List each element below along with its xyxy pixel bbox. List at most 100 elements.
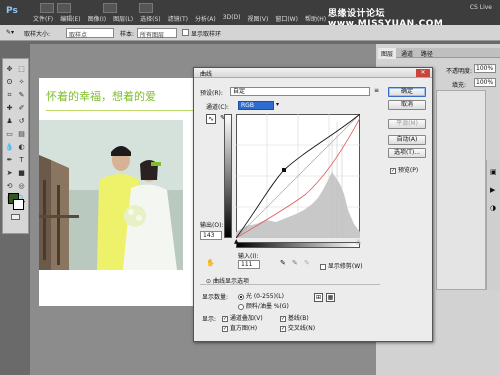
quick-mask-icon[interactable] xyxy=(11,214,20,220)
input-input[interactable]: 111 xyxy=(238,260,260,269)
tab-paths[interactable]: 路径 xyxy=(418,48,436,59)
black-eyedropper-icon[interactable]: ✎ xyxy=(280,259,286,267)
output-label: 输出(O): xyxy=(200,222,224,229)
bridge-button[interactable] xyxy=(40,3,54,13)
menu-file[interactable]: 文件(F) xyxy=(33,14,53,23)
menu-image[interactable]: 图像(I) xyxy=(88,14,106,23)
menu-help[interactable]: 帮助(H) xyxy=(305,14,326,23)
clone-stamp-tool-icon[interactable]: ♟ xyxy=(5,117,14,126)
eyedropper-tool-icon[interactable]: ✎▾ xyxy=(6,29,14,36)
history-panel-icon[interactable]: ▣ xyxy=(490,168,497,176)
menu-select[interactable]: 选择(S) xyxy=(140,14,161,23)
output-gradient-bar xyxy=(224,114,232,238)
background-color-swatch[interactable] xyxy=(13,199,24,210)
divider xyxy=(200,284,380,285)
on-image-adjust-icon[interactable]: ✋ xyxy=(206,259,215,267)
preset-options-icon[interactable]: ≡ xyxy=(374,87,379,94)
tab-layers[interactable]: 图层 xyxy=(378,48,397,59)
minibridge-button[interactable] xyxy=(57,3,71,13)
dialog-titlebar: 曲线 ✕ xyxy=(194,68,432,78)
brush-tool-icon[interactable]: ✐ xyxy=(17,104,26,113)
fill-input[interactable]: 100% xyxy=(474,78,496,87)
intersection-checkbox[interactable]: ✓ 交叉线(N) xyxy=(280,323,315,332)
opacity-input[interactable]: 100% xyxy=(474,64,496,73)
3d-rotate-tool-icon[interactable]: ⟲ xyxy=(5,182,14,191)
pen-tool-icon[interactable]: ✒ xyxy=(5,156,14,165)
curves-dialog: 曲线 ✕ 预设(R): 自定 ≡ 通道(C): RGB ▾ ∿ ✎ 输出(O):… xyxy=(193,67,433,342)
black-point-slider[interactable]: ▲ xyxy=(234,238,239,245)
light-radio-label: 光 (0-255)(L) xyxy=(245,293,284,300)
main-menu: 文件(F) 编辑(E) 图像(I) 图层(L) 选择(S) 滤镜(T) 分析(A… xyxy=(33,14,326,23)
show-clipping-checkbox[interactable]: 显示修剪(W) xyxy=(320,261,363,270)
show-sampling-ring-checkbox[interactable] xyxy=(182,29,189,36)
sample-size-select[interactable]: 取样点 xyxy=(66,28,114,39)
arrange-documents-button[interactable] xyxy=(139,3,153,13)
dialog-title: 曲线 xyxy=(200,71,213,78)
auto-button[interactable]: 自动(A) xyxy=(388,135,426,145)
sample-layers-select[interactable]: 所有图层 xyxy=(137,28,177,39)
document-title-text: 怀着的幸福，想着的爱 xyxy=(46,90,156,103)
baseline-label: 基线(B) xyxy=(287,315,309,322)
cancel-button[interactable]: 取消 xyxy=(388,100,426,110)
white-eyedropper-icon[interactable]: ✎ xyxy=(304,259,310,267)
curve-control-point[interactable] xyxy=(282,168,286,172)
dodge-tool-icon[interactable]: ◐ xyxy=(17,143,26,152)
marquee-tool-icon[interactable]: ⬚ xyxy=(17,65,26,74)
sample-label: 样本: xyxy=(120,31,135,38)
menu-analysis[interactable]: 分析(A) xyxy=(195,14,216,23)
zoom-level-button[interactable] xyxy=(103,3,117,13)
menu-view[interactable]: 视图(V) xyxy=(248,14,269,23)
close-icon[interactable]: ✕ xyxy=(416,69,430,77)
gray-eyedropper-icon[interactable]: ✎ xyxy=(292,259,298,267)
output-input[interactable]: 143 xyxy=(200,231,222,240)
gradient-tool-icon[interactable]: ▤ xyxy=(17,130,26,139)
3d-camera-tool-icon[interactable]: ◎ xyxy=(17,182,26,191)
preview-label: 预览(P) xyxy=(397,167,419,174)
blur-tool-icon[interactable]: 💧 xyxy=(5,143,14,152)
options-button[interactable]: 选项(T)... xyxy=(388,148,426,158)
photoshop-logo: Ps xyxy=(6,6,18,16)
pigment-radio[interactable]: 颜料/油墨 %(G) xyxy=(238,301,289,310)
smooth-button[interactable]: 平滑(M) xyxy=(388,119,426,129)
light-radio[interactable]: 光 (0-255)(L) xyxy=(238,291,284,300)
adjustments-panel-icon[interactable]: ◑ xyxy=(490,204,496,212)
history-brush-tool-icon[interactable]: ↺ xyxy=(17,117,26,126)
tab-channels[interactable]: 通道 xyxy=(398,48,416,59)
actions-panel-icon[interactable]: ▶ xyxy=(490,186,495,194)
menu-edit[interactable]: 编辑(E) xyxy=(60,14,80,23)
type-tool-icon[interactable]: T xyxy=(17,156,26,165)
menu-window[interactable]: 窗口(W) xyxy=(275,14,298,23)
wedding-photo xyxy=(39,120,183,270)
histogram-checkbox[interactable]: ✓ 直方图(H) xyxy=(222,323,257,332)
crop-tool-icon[interactable]: ⌗ xyxy=(5,91,14,100)
fill-label: 填充: xyxy=(452,82,467,89)
path-select-tool-icon[interactable]: ➤ xyxy=(5,169,14,178)
channel-overlays-checkbox[interactable]: ✓ 通道叠加(V) xyxy=(222,313,263,322)
detailed-grid-icon[interactable]: ▦ xyxy=(326,293,335,302)
menu-layer[interactable]: 图层(L) xyxy=(113,14,133,23)
healing-brush-tool-icon[interactable]: ✚ xyxy=(5,104,14,113)
layers-panel-tabs: 图层 通道 路径 xyxy=(378,48,500,59)
white-point-slider[interactable]: △ xyxy=(356,238,361,245)
show-clipping-label: 显示修剪(W) xyxy=(327,263,363,270)
move-tool-icon[interactable]: ✥ xyxy=(5,65,14,74)
baseline-checkbox[interactable]: ✓ 基线(B) xyxy=(280,313,309,322)
menu-3d[interactable]: 3D(D) xyxy=(223,14,241,23)
preview-checkbox[interactable]: ✓ 预览(P) xyxy=(390,165,418,174)
ok-button[interactable]: 确定 xyxy=(388,87,426,97)
simple-grid-icon[interactable]: ⊞ xyxy=(314,293,323,302)
chevron-down-icon[interactable]: ▾ xyxy=(276,101,279,108)
curve-graph[interactable] xyxy=(236,114,360,238)
channel-select[interactable]: RGB xyxy=(238,101,274,110)
menu-filter[interactable]: 滤镜(T) xyxy=(168,14,188,23)
preset-select[interactable]: 自定 xyxy=(230,87,370,96)
quick-select-tool-icon[interactable]: ✧ xyxy=(17,78,26,87)
eraser-tool-icon[interactable]: ▭ xyxy=(5,130,14,139)
lasso-tool-icon[interactable]: ʘ xyxy=(5,78,14,87)
shape-tool-icon[interactable]: ■ xyxy=(17,169,26,178)
collapsed-panels-strip: ▣ ▶ ◑ xyxy=(486,160,500,290)
eyedropper-tool-icon[interactable]: ✎ xyxy=(17,91,26,100)
curve-edit-points-icon[interactable]: ∿ xyxy=(206,114,216,124)
sample-size-label: 取样大小: xyxy=(24,31,51,38)
layers-list[interactable] xyxy=(436,90,486,290)
